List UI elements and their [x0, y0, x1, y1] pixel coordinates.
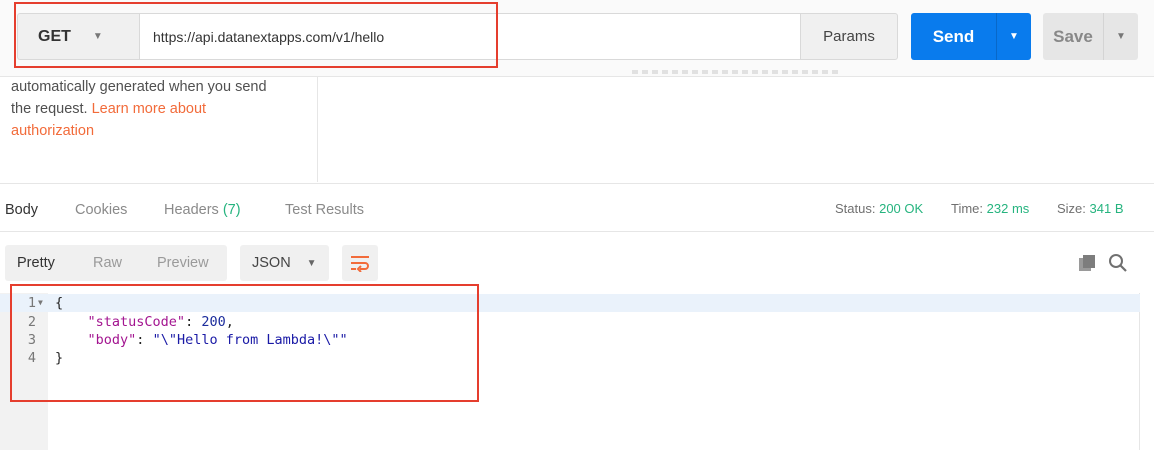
response-body-editor[interactable]: 1 ▼ { 2 "statusCode": 200, 3 "body": "\"… — [0, 293, 1140, 450]
wrap-lines-button[interactable] — [342, 245, 378, 281]
format-select[interactable]: JSON ▼ — [240, 245, 329, 281]
view-mode-group: Pretty Raw Preview — [5, 245, 227, 281]
view-pretty-button[interactable]: Pretty — [17, 255, 55, 271]
line-number: 1 — [27, 295, 36, 311]
size-indicator: Size: 341 B — [1057, 201, 1124, 216]
wrap-lines-icon — [351, 256, 369, 272]
chevron-down-icon: ▼ — [1009, 31, 1019, 42]
status-value: 200 OK — [879, 201, 924, 216]
code-text: { — [55, 295, 64, 311]
url-input[interactable]: https://api.datanextapps.com/v1/hello — [139, 13, 801, 60]
chevron-down-icon: ▼ — [1116, 31, 1126, 42]
chevron-down-icon: ▼ — [306, 257, 317, 269]
learn-more-link[interactable]: Learn more about — [92, 101, 206, 117]
status-label: Status: — [835, 201, 876, 216]
code-text: "body": "\"Hello from Lambda!\"" — [87, 332, 348, 348]
auth-help-text-fragment: the request. — [11, 101, 92, 117]
line-number: 4 — [27, 350, 36, 366]
save-options-button[interactable]: ▼ — [1103, 13, 1138, 60]
fold-icon[interactable]: ▼ — [38, 294, 43, 312]
auth-help-line: the request. Learn more about — [11, 98, 307, 120]
method-select[interactable]: GET ▼ — [17, 13, 139, 60]
auth-detail-pane — [318, 76, 1154, 182]
tab-headers[interactable]: Headers (7) — [164, 202, 241, 218]
json-key: "statusCode" — [87, 314, 186, 330]
response-tabs: Body Cookies Headers (7) Test Results St… — [0, 183, 1154, 232]
line-number: 3 — [27, 332, 36, 348]
chevron-down-icon: ▼ — [92, 31, 103, 42]
time-value: 232 ms — [986, 201, 1030, 216]
view-preview-button[interactable]: Preview — [157, 255, 209, 271]
auth-help-line: automatically generated when you send — [11, 79, 267, 95]
format-label: JSON — [252, 255, 291, 271]
time-indicator: Time: 232 ms — [951, 201, 1029, 216]
json-key: "body" — [87, 332, 137, 348]
size-label: Size: — [1057, 201, 1086, 216]
tab-body[interactable]: Body — [5, 202, 38, 218]
send-options-button[interactable]: ▼ — [996, 13, 1031, 60]
json-string: "\"Hello from Lambda!\"" — [152, 332, 348, 348]
tab-test-results[interactable]: Test Results — [285, 202, 364, 218]
json-number: 200 — [201, 314, 226, 330]
code-line: 4 } — [0, 349, 1140, 367]
cut-off-text — [632, 70, 842, 74]
copy-icon[interactable] — [1079, 255, 1096, 272]
tab-cookies[interactable]: Cookies — [75, 202, 127, 218]
code-text: } — [55, 350, 64, 366]
send-button[interactable]: Send — [911, 13, 996, 60]
request-bar: GET ▼ https://api.datanextapps.com/v1/he… — [0, 0, 1154, 77]
auth-help-text: automatically generated when you send th… — [0, 76, 318, 182]
code-text: "statusCode": 200, — [87, 314, 234, 330]
tab-headers-label: Headers — [164, 202, 219, 218]
view-raw-button[interactable]: Raw — [93, 255, 122, 271]
line-number: 2 — [27, 314, 36, 330]
method-label: GET — [38, 27, 71, 45]
headers-count-badge: (7) — [222, 202, 241, 218]
size-value: 341 B — [1089, 201, 1124, 216]
authorization-link[interactable]: authorization — [11, 120, 307, 142]
time-label: Time: — [951, 201, 984, 216]
params-button[interactable]: Params — [800, 13, 898, 60]
code-line: 1 ▼ { — [0, 294, 1140, 312]
search-icon[interactable] — [1108, 253, 1128, 273]
code-line: 3 "body": "\"Hello from Lambda!\"" — [0, 331, 1140, 349]
save-button[interactable]: Save — [1043, 13, 1103, 60]
code-line: 2 "statusCode": 200, — [0, 313, 1140, 331]
status-indicator: Status: 200 OK — [835, 201, 923, 216]
